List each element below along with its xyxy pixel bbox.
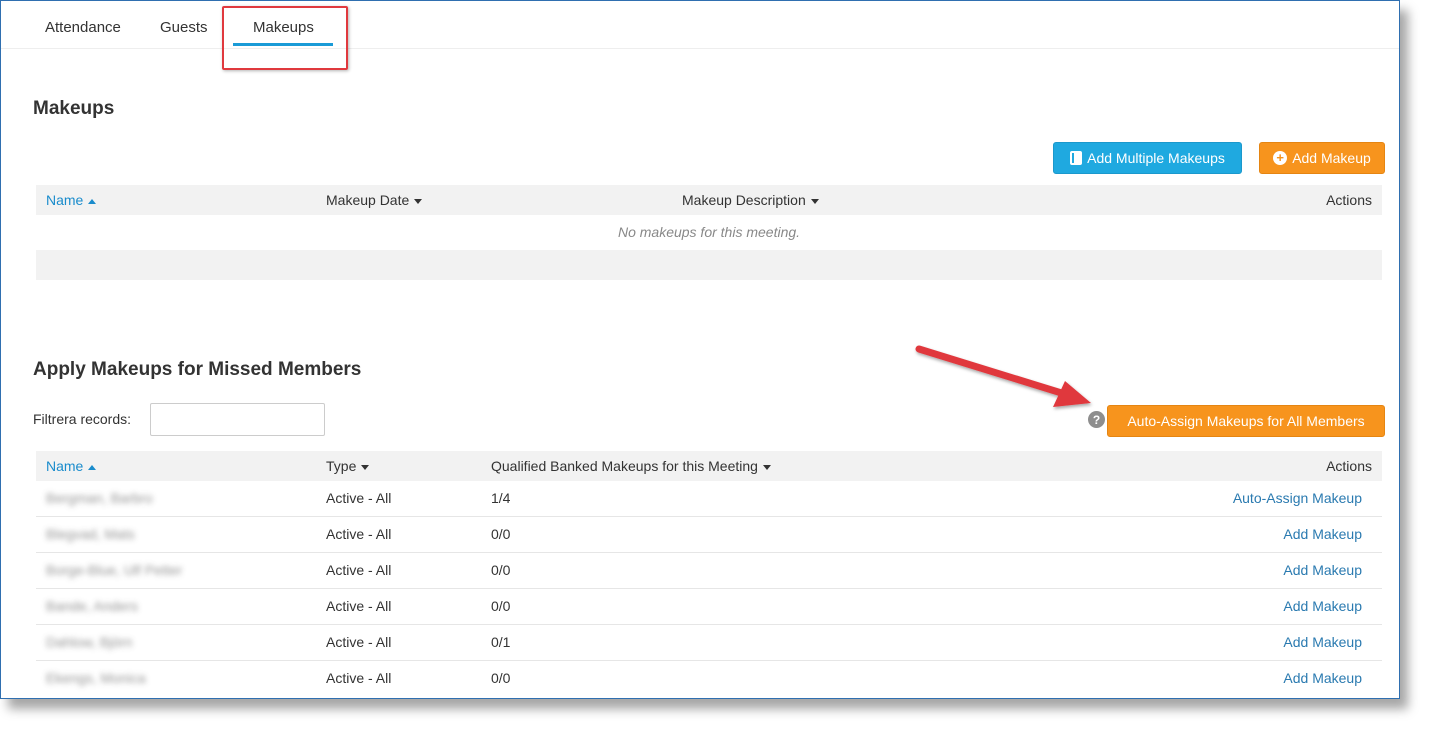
table-row: Borge-Blue, Ulf Petter Active - All 0/0 … (36, 553, 1382, 589)
member-name: Bande, Anders (46, 598, 138, 614)
tab-bar: Attendance Guests Makeups (1, 1, 1399, 49)
members-table-header: Name Type Qualified Banked Makeups for t… (36, 451, 1382, 481)
banked-makeups: 0/0 (491, 526, 511, 542)
member-name: Bergman, Barbro (46, 490, 153, 506)
table-row: Dahlow, Björn Active - All 0/1 Add Makeu… (36, 625, 1382, 661)
member-type: Active - All (326, 490, 392, 506)
column-header-name-label: Name (46, 458, 84, 474)
book-icon (1070, 151, 1083, 165)
column-header-actions: Actions (1326, 192, 1372, 208)
auto-assign-makeup-link[interactable]: Auto-Assign Makeup (1233, 490, 1362, 506)
member-name: Blegvad, Mats (46, 526, 135, 542)
member-name: Dahlow, Björn (46, 634, 133, 650)
add-makeup-link[interactable]: Add Makeup (1283, 634, 1362, 650)
annotation-highlight-box (222, 6, 348, 70)
table-row: Blegvad, Mats Active - All 0/0 Add Makeu… (36, 517, 1382, 553)
filter-records-input[interactable] (150, 403, 325, 436)
table-footer (36, 250, 1382, 280)
tab-guests[interactable]: Guests (160, 19, 208, 36)
apply-makeups-section-title: Apply Makeups for Missed Members (33, 359, 362, 380)
sort-desc-icon (361, 464, 370, 470)
member-type: Active - All (326, 598, 392, 614)
add-makeup-label: Add Makeup (1292, 150, 1371, 166)
app-frame: Attendance Guests Makeups Makeups Add Mu… (0, 0, 1400, 699)
banked-makeups: 0/0 (491, 562, 511, 578)
add-makeup-link[interactable]: Add Makeup (1283, 562, 1362, 578)
column-header-actions: Actions (1326, 458, 1372, 474)
column-header-date-label: Makeup Date (326, 192, 410, 208)
member-type: Active - All (326, 526, 392, 542)
add-multiple-makeups-button[interactable]: Add Multiple Makeups (1053, 142, 1242, 174)
column-header-makeup-date[interactable]: Makeup Date (326, 192, 423, 208)
table-row: Bande, Anders Active - All 0/0 Add Makeu… (36, 589, 1382, 625)
column-header-banked-makeups[interactable]: Qualified Banked Makeups for this Meetin… (491, 458, 771, 474)
column-header-makeup-description[interactable]: Makeup Description (682, 192, 819, 208)
table-row: Ekengs, Monica Active - All 0/0 Add Make… (36, 661, 1382, 697)
sort-asc-icon (88, 198, 97, 204)
column-header-description-label: Makeup Description (682, 192, 806, 208)
sort-asc-icon (88, 464, 97, 470)
add-makeup-link[interactable]: Add Makeup (1283, 526, 1362, 542)
add-makeup-button[interactable]: + Add Makeup (1259, 142, 1385, 174)
add-multiple-makeups-label: Add Multiple Makeups (1087, 150, 1225, 166)
sort-desc-icon (762, 464, 771, 470)
column-header-type[interactable]: Type (326, 458, 370, 474)
member-type: Active - All (326, 562, 392, 578)
member-type: Active - All (326, 634, 392, 650)
table-row: Bergman, Barbro Active - All 1/4 Auto-As… (36, 481, 1382, 517)
annotation-arrow-icon (915, 345, 1091, 407)
filter-label: Filtrera records: (33, 411, 132, 427)
column-header-name[interactable]: Name (46, 192, 97, 208)
add-makeup-link[interactable]: Add Makeup (1283, 598, 1362, 614)
member-name: Borge-Blue, Ulf Petter (46, 562, 183, 578)
makeups-table-header: Name Makeup Date Makeup Description Acti… (36, 185, 1382, 215)
column-header-name-label: Name (46, 192, 84, 208)
column-header-name[interactable]: Name (46, 458, 97, 474)
makeups-section-title: Makeups (33, 98, 115, 119)
column-header-type-label: Type (326, 458, 357, 474)
sort-desc-icon (414, 198, 423, 204)
empty-table-message: No makeups for this meeting. (617, 224, 801, 240)
member-type: Active - All (326, 670, 392, 686)
column-header-banked-label: Qualified Banked Makeups for this Meetin… (491, 458, 758, 474)
banked-makeups: 0/0 (491, 598, 511, 614)
plus-circle-icon: + (1273, 151, 1288, 165)
member-name: Ekengs, Monica (46, 670, 146, 686)
sort-desc-icon (810, 198, 819, 204)
auto-assign-all-button[interactable]: Auto-Assign Makeups for All Members (1107, 405, 1385, 437)
banked-makeups: 1/4 (491, 490, 511, 506)
tab-attendance[interactable]: Attendance (45, 19, 121, 36)
add-makeup-link[interactable]: Add Makeup (1283, 670, 1362, 686)
banked-makeups: 0/0 (491, 670, 511, 686)
banked-makeups: 0/1 (491, 634, 511, 650)
